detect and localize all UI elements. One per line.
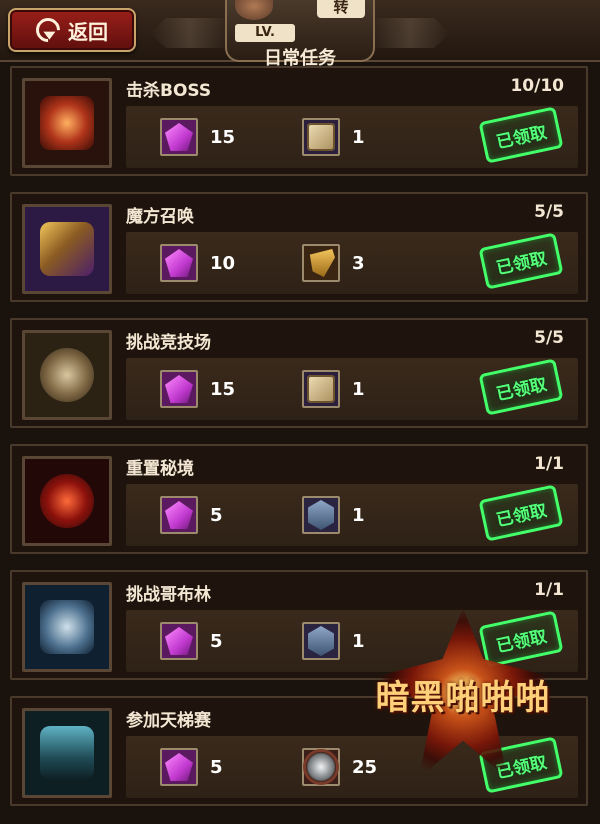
scroll-icon — [309, 249, 335, 277]
reward-item: 15 — [160, 370, 235, 408]
task-row: 魔方召唤 5/5 10 3 已领取 — [10, 192, 588, 302]
back-arrow-icon — [31, 13, 65, 47]
task-row: 参加天梯赛 5 25 已领取 — [10, 696, 588, 806]
rune-stone-icon — [308, 500, 334, 530]
task-progress: 5/5 — [534, 328, 564, 348]
task-rewards: 10 3 已领取 — [126, 232, 578, 294]
claimed-stamp: 已领取 — [478, 358, 564, 416]
header-ornament-right — [370, 18, 450, 48]
task-rewards: 15 1 已领取 — [126, 106, 578, 168]
goblin-icon — [22, 582, 112, 672]
level-panel: LV. 转 日常任务 — [225, 0, 375, 69]
reward-quantity: 25 — [352, 756, 378, 778]
task-progress: 1/1 — [534, 454, 564, 474]
dice-icon — [307, 123, 335, 151]
purple-gem-icon — [165, 123, 193, 151]
reward-item: 1 — [302, 118, 365, 156]
reward-quantity: 1 — [352, 126, 365, 148]
back-label: 返回 — [68, 19, 108, 44]
task-row: 重置秘境 1/1 5 1 已领取 — [10, 444, 588, 554]
task-row: 挑战竞技场 5/5 15 1 已领取 — [10, 318, 588, 428]
ladder-stairs-icon — [22, 708, 112, 798]
task-name: 击杀BOSS — [126, 81, 212, 101]
task-name: 挑战哥布林 — [126, 585, 211, 605]
purple-gem-icon — [165, 627, 193, 655]
reward-item: 3 — [302, 244, 365, 282]
boss-demon-icon — [22, 78, 112, 168]
reward-item: 1 — [302, 622, 365, 660]
task-row: 挑战哥布林 1/1 5 1 已领取 — [10, 570, 588, 680]
avatar — [235, 0, 273, 20]
task-rewards: 5 1 已领取 — [126, 484, 578, 546]
purple-gem-icon — [165, 249, 193, 277]
reward-item: 5 — [160, 496, 223, 534]
reward-item: 5 — [160, 622, 223, 660]
claimed-stamp: 已领取 — [478, 610, 564, 668]
task-row: 击杀BOSS 10/10 15 1 已领取 — [10, 66, 588, 176]
reward-item: 1 — [302, 496, 365, 534]
back-button[interactable]: 返回 — [8, 8, 136, 52]
reward-item: 5 — [160, 748, 223, 786]
silver-medal-icon — [306, 752, 336, 782]
claimed-stamp: 已领取 — [478, 736, 564, 794]
reward-quantity: 3 — [352, 252, 365, 274]
task-name: 重置秘境 — [126, 459, 194, 479]
task-progress: 10/10 — [510, 76, 564, 96]
arena-icon — [22, 330, 112, 420]
task-progress: 5/5 — [534, 202, 564, 222]
rune-stone-icon — [308, 626, 334, 656]
reward-quantity: 1 — [352, 378, 365, 400]
task-progress: 1/1 — [534, 580, 564, 600]
reward-quantity: 5 — [210, 504, 223, 526]
reward-quantity: 10 — [210, 252, 236, 274]
reward-item: 25 — [302, 748, 377, 786]
reward-quantity: 5 — [210, 756, 223, 778]
reward-item: 10 — [160, 244, 235, 282]
claimed-stamp: 已领取 — [478, 484, 564, 542]
purple-gem-icon — [165, 501, 193, 529]
header: 返回 LV. 转 日常任务 — [0, 0, 600, 69]
reward-item: 15 — [160, 118, 235, 156]
task-rewards: 5 1 已领取 — [126, 610, 578, 672]
task-name: 挑战竞技场 — [126, 333, 211, 353]
rebirth-label: 转 — [317, 0, 365, 18]
purple-gem-icon — [165, 375, 193, 403]
reward-quantity: 15 — [210, 126, 236, 148]
dice-icon — [307, 375, 335, 403]
level-label: LV. — [235, 24, 295, 42]
reward-quantity: 5 — [210, 630, 223, 652]
purple-gem-icon — [165, 753, 193, 781]
claimed-stamp: 已领取 — [478, 106, 564, 164]
claimed-stamp: 已领取 — [478, 232, 564, 290]
magic-cards-icon — [22, 204, 112, 294]
reward-quantity: 15 — [210, 378, 236, 400]
header-ornament-left — [150, 18, 230, 48]
task-name: 参加天梯赛 — [126, 711, 211, 731]
task-name: 魔方召唤 — [126, 207, 194, 227]
task-rewards: 15 1 已领取 — [126, 358, 578, 420]
reward-quantity: 1 — [352, 630, 365, 652]
task-rewards: 5 25 已领取 — [126, 736, 578, 798]
reward-item: 1 — [302, 370, 365, 408]
reward-quantity: 1 — [352, 504, 365, 526]
red-portal-icon — [22, 456, 112, 546]
